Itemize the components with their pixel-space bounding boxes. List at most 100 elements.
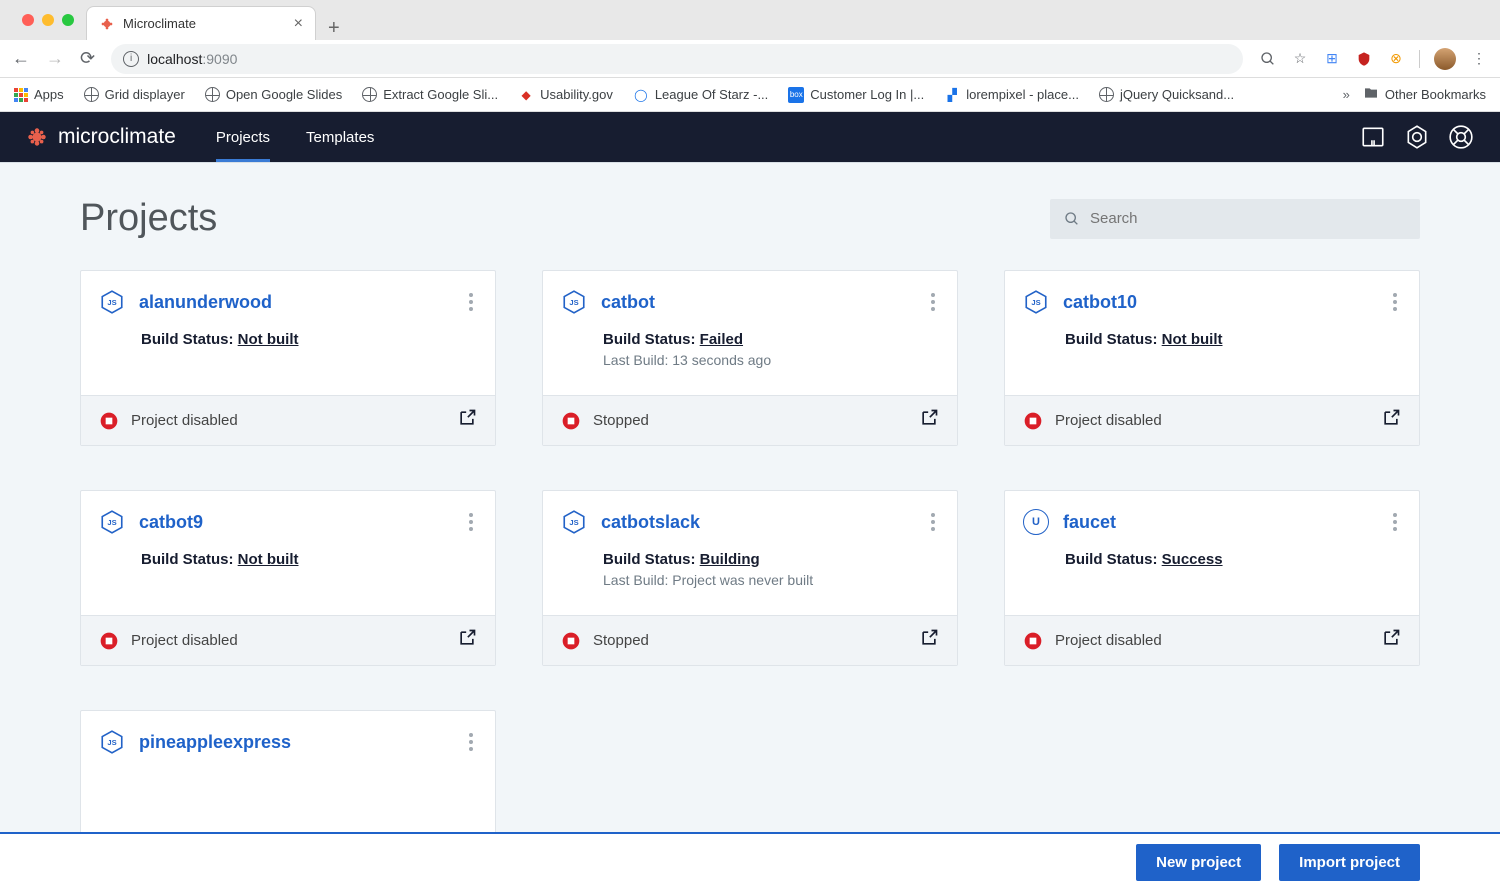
card-menu-button[interactable] — [927, 509, 939, 535]
new-tab-button[interactable]: + — [316, 17, 352, 40]
card-menu-button[interactable] — [465, 289, 477, 315]
bookmark-apps[interactable]: Apps — [14, 87, 64, 102]
nav-tabs: Projects Templates — [216, 112, 375, 162]
project-name-link[interactable]: catbotslack — [601, 512, 700, 533]
card-header: JS catbot10 — [1005, 271, 1419, 321]
search-input[interactable] — [1090, 210, 1406, 227]
card-body — [81, 761, 495, 832]
project-name-link[interactable]: faucet — [1063, 512, 1116, 533]
search-box[interactable] — [1050, 199, 1420, 239]
bookmark-item[interactable]: Open Google Slides — [205, 87, 342, 102]
run-status-text: Project disabled — [1055, 632, 1162, 649]
profile-avatar[interactable] — [1434, 48, 1456, 70]
nav-tab-projects[interactable]: Projects — [216, 112, 270, 162]
svg-text:JS: JS — [107, 738, 116, 747]
open-project-button[interactable] — [1381, 628, 1401, 653]
terminal-icon[interactable] — [1360, 124, 1386, 150]
project-name-link[interactable]: alanunderwood — [139, 292, 272, 313]
card-menu-button[interactable] — [1389, 289, 1401, 315]
bookmark-item[interactable]: jQuery Quicksand... — [1099, 87, 1234, 102]
diamond-icon: ◆ — [518, 87, 534, 103]
card-body: Build Status: Not built — [1005, 321, 1419, 395]
tab-bar: Microclimate × + — [0, 0, 1500, 40]
project-card: JS catbotslack Build Status: BuildingLas… — [542, 490, 958, 666]
card-footer: Project disabled — [81, 615, 495, 665]
minimize-window-button[interactable] — [42, 14, 54, 26]
bookmark-item[interactable]: ◆Usability.gov — [518, 87, 613, 103]
card-header: JS catbot9 — [81, 491, 495, 541]
open-project-button[interactable] — [919, 628, 939, 653]
close-window-button[interactable] — [22, 14, 34, 26]
card-header: JS pineappleexpress — [81, 711, 495, 761]
project-name-link[interactable]: catbot10 — [1063, 292, 1137, 313]
card-footer: Stopped — [543, 615, 957, 665]
bookmark-item[interactable]: Extract Google Sli... — [362, 87, 498, 102]
open-project-button[interactable] — [919, 408, 939, 433]
globe-icon — [84, 87, 99, 102]
overflow-bookmarks-button[interactable]: » — [1343, 87, 1347, 102]
project-type-icon: JS — [1023, 289, 1049, 315]
stop-status-icon — [99, 411, 119, 431]
extension-icon[interactable]: ⊗ — [1387, 50, 1405, 68]
open-project-button[interactable] — [1381, 408, 1401, 433]
nav-tab-templates[interactable]: Templates — [306, 112, 374, 162]
import-project-button[interactable]: Import project — [1279, 844, 1420, 881]
site-info-icon[interactable]: i — [123, 51, 139, 67]
open-project-button[interactable] — [457, 408, 477, 433]
browser-tab[interactable]: Microclimate × — [86, 6, 316, 40]
card-header: JS catbot — [543, 271, 957, 321]
svg-text:JS: JS — [569, 298, 578, 307]
star-icon[interactable]: ☆ — [1291, 50, 1309, 68]
card-header: JS alanunderwood — [81, 271, 495, 321]
stop-status-icon — [1023, 411, 1043, 431]
page-head: Projects — [80, 197, 1420, 240]
project-card: JS catbot Build Status: FailedLast Build… — [542, 270, 958, 446]
back-button[interactable]: ← — [12, 48, 30, 69]
bookmark-item[interactable]: ◯League Of Starz -... — [633, 87, 768, 103]
project-name-link[interactable]: pineappleexpress — [139, 732, 291, 753]
brand[interactable]: microclimate — [26, 125, 176, 149]
bookmark-item[interactable]: boxCustomer Log In |... — [788, 87, 924, 103]
shield-icon[interactable] — [1355, 50, 1373, 68]
help-icon[interactable] — [1448, 124, 1474, 150]
settings-icon[interactable] — [1404, 124, 1430, 150]
card-menu-button[interactable] — [927, 289, 939, 315]
build-status-text: Build Status: Success — [1065, 551, 1401, 568]
content-area: Projects JS alanunderwood Build Status: … — [0, 162, 1500, 832]
card-menu-button[interactable] — [465, 729, 477, 755]
reload-button[interactable]: ⟳ — [80, 48, 95, 69]
project-card: JS alanunderwood Build Status: Not built… — [80, 270, 496, 446]
url-field[interactable]: i localhost:9090 — [111, 44, 1243, 74]
apps-icon — [14, 88, 28, 102]
bottom-action-bar: New project Import project — [0, 832, 1500, 890]
stop-status-icon — [561, 631, 581, 651]
app-header: microclimate Projects Templates — [0, 112, 1500, 162]
run-status-text: Project disabled — [1055, 412, 1162, 429]
run-status-text: Project disabled — [131, 632, 238, 649]
project-name-link[interactable]: catbot9 — [139, 512, 203, 533]
project-card: JS catbot10 Build Status: Not built Proj… — [1004, 270, 1420, 446]
svg-text:JS: JS — [107, 298, 116, 307]
bookmark-item[interactable]: Grid displayer — [84, 87, 185, 102]
bookmark-item[interactable]: ▞lorempixel - place... — [944, 87, 1079, 103]
open-project-button[interactable] — [457, 628, 477, 653]
card-body: Build Status: Success — [1005, 541, 1419, 615]
menu-icon[interactable]: ⋮ — [1470, 50, 1488, 68]
card-menu-button[interactable] — [465, 509, 477, 535]
forward-button[interactable]: → — [46, 48, 64, 69]
close-tab-button[interactable]: × — [294, 15, 303, 33]
new-project-button[interactable]: New project — [1136, 844, 1261, 881]
header-actions — [1360, 124, 1474, 150]
card-menu-button[interactable] — [1389, 509, 1401, 535]
build-status-text: Build Status: Not built — [1065, 331, 1401, 348]
last-build-text: Last Build: Project was never built — [603, 572, 939, 588]
project-name-link[interactable]: catbot — [601, 292, 655, 313]
url-host: localhost — [147, 51, 202, 67]
maximize-window-button[interactable] — [62, 14, 74, 26]
other-bookmarks-button[interactable]: Other Bookmarks — [1363, 85, 1486, 104]
zoom-icon[interactable] — [1259, 50, 1277, 68]
stop-status-icon — [561, 411, 581, 431]
projects-grid: JS alanunderwood Build Status: Not built… — [80, 270, 1420, 832]
brand-icon — [26, 126, 48, 148]
translate-icon[interactable]: ⊞ — [1323, 50, 1341, 68]
